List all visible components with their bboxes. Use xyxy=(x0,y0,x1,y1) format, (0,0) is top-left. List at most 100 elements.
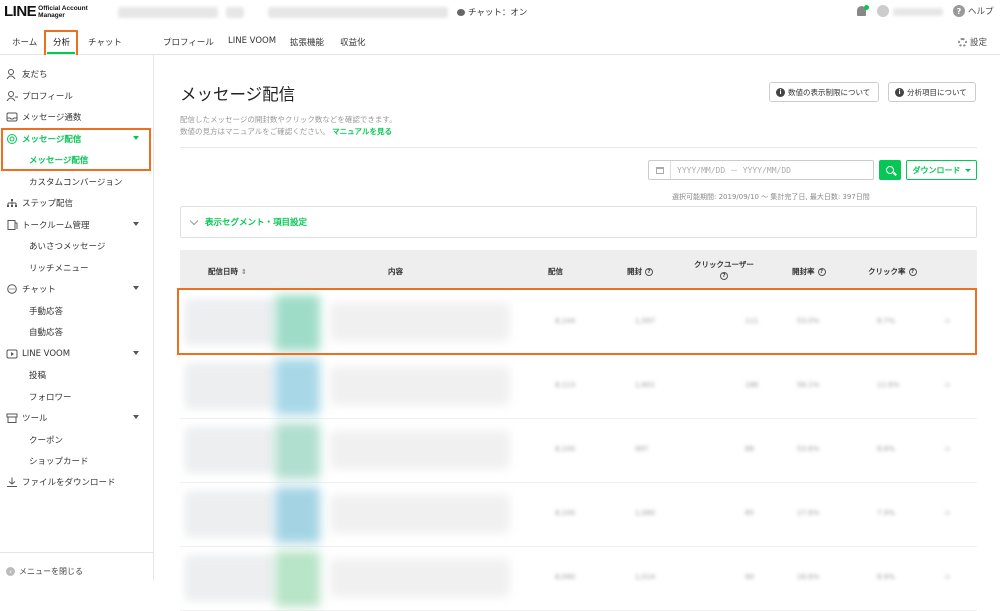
account-info-blurred xyxy=(268,7,448,18)
profile-icon xyxy=(6,91,18,102)
chevron-down-icon[interactable] xyxy=(133,286,139,290)
selectable-range-note: 選択可能期間: 2019/09/10 〜 集計完了日, 最大日数: 397日間 xyxy=(672,193,870,201)
table-row[interactable]: 8,100 997 88 53.6% 8.8% → xyxy=(180,419,977,483)
message-thumbnail-blurred[interactable] xyxy=(275,423,320,479)
tab-line-voom[interactable]: LINE VOOM xyxy=(228,36,276,46)
tab-monetization[interactable]: 収益化 xyxy=(340,36,366,48)
sort-icon[interactable]: ⇕ xyxy=(241,268,247,276)
search-icon xyxy=(886,166,894,174)
col-label: 開封 xyxy=(627,267,642,276)
sidebar-item-label: フォロワー xyxy=(29,393,72,403)
cell-click-rate: 7.9% xyxy=(877,509,895,517)
message-thumbnail-blurred[interactable] xyxy=(275,487,320,543)
avatar[interactable] xyxy=(877,5,889,17)
main-nav: ホーム 分析 チャット プロフィール LINE VOOM 拡張機能 収益化 xyxy=(0,26,1000,55)
sidebar-item-label: クーポン xyxy=(29,436,64,446)
sidebar-item-message-count[interactable]: メッセージ通数 xyxy=(0,107,154,127)
message-text-blurred xyxy=(330,495,510,533)
segment-settings-toggle[interactable]: 表示セグメント・項目設定 xyxy=(180,206,977,238)
calendar-icon[interactable] xyxy=(649,161,671,179)
download-button[interactable]: ダウンロード xyxy=(906,160,977,180)
chevron-down-icon[interactable] xyxy=(133,351,139,355)
chat-bubble-icon xyxy=(457,8,465,16)
sidebar-item-label: 手動応答 xyxy=(29,307,64,317)
sidebar-subitem-manual-reply[interactable]: 手動応答 xyxy=(0,301,154,321)
sidebar-subitem-coupon[interactable]: クーポン xyxy=(0,430,154,450)
row-arrow-icon[interactable]: → xyxy=(944,381,950,389)
sidebar-subitem-followers[interactable]: フォロワー xyxy=(0,387,154,407)
delivery-date-blurred xyxy=(185,491,275,537)
settings-button[interactable]: 設定 xyxy=(958,36,987,48)
info-icon: i xyxy=(776,87,785,97)
col-click-rate: クリック率? xyxy=(868,266,917,277)
cell-opens: 997 xyxy=(635,445,649,453)
tab-extensions[interactable]: 拡張機能 xyxy=(290,36,324,48)
col-open-rate: 開封率? xyxy=(792,266,826,277)
table-row[interactable]: 8,090 1,014 90 16.6% 8.9% → xyxy=(180,547,977,611)
sidebar-item-label: 友だち xyxy=(22,70,48,80)
sidebar-item-tools[interactable]: ツール xyxy=(0,408,154,428)
help-icon[interactable]: ? xyxy=(719,272,728,280)
analysis-items-label: 分析項目について xyxy=(907,87,967,97)
line-logo[interactable]: LINE Official Account Manager xyxy=(4,3,88,20)
tab-profile[interactable]: プロフィール xyxy=(163,36,214,48)
help-icon: ? xyxy=(953,5,965,17)
manual-link[interactable]: マニュアルを見る xyxy=(332,127,392,136)
sidebar-item-profile[interactable]: プロフィール xyxy=(0,86,154,106)
user-name-blurred[interactable] xyxy=(893,8,943,16)
help-icon[interactable]: ? xyxy=(908,267,917,276)
cell-open-rate: 53.6% xyxy=(797,445,820,453)
col-delivery-date[interactable]: 配信日時 ⇕ xyxy=(208,266,247,277)
search-button[interactable] xyxy=(879,160,901,180)
sidebar-subitem-posts[interactable]: 投稿 xyxy=(0,365,154,385)
message-thumbnail-blurred[interactable] xyxy=(275,551,320,607)
col-label: クリック率 xyxy=(868,267,906,276)
chevron-down-icon[interactable] xyxy=(133,222,139,226)
chevron-down-icon xyxy=(964,168,971,172)
delivery-date-blurred xyxy=(185,363,275,409)
help-icon[interactable]: ? xyxy=(817,267,826,276)
sidebar-item-friends[interactable]: 友だち xyxy=(0,64,154,84)
cell-click-users: 186 xyxy=(745,381,759,389)
chat-status[interactable]: チャット：オン xyxy=(457,6,527,18)
sidebar-item-step-delivery[interactable]: ステップ配信 xyxy=(0,193,154,213)
col-label: 配信日時 xyxy=(208,267,238,276)
message-thumbnail-blurred[interactable] xyxy=(275,359,320,415)
cell-open-rate: 58.1% xyxy=(797,381,820,389)
table-header: 配信日時 ⇕ 内容 配信 開封? クリックユーザー? 開封率? クリック率? xyxy=(180,250,977,290)
cell-opens: 1,601 xyxy=(635,381,656,389)
table-row[interactable]: 8,113 1,601 186 58.1% 11.6% → xyxy=(180,355,977,419)
tab-home[interactable]: ホーム xyxy=(12,36,37,48)
sidebar-item-label: ファイルをダウンロード xyxy=(22,478,116,488)
chevron-down-icon[interactable] xyxy=(133,415,139,419)
sidebar-item-download-file[interactable]: ファイルをダウンロード xyxy=(0,472,154,492)
table-row[interactable]: 8,100 1,080 85 17.6% 7.9% → xyxy=(180,483,977,547)
help-icon[interactable]: ? xyxy=(645,267,653,276)
display-limits-button[interactable]: i 数値の表示制限について xyxy=(769,82,880,102)
help-link[interactable]: ? ヘルプ xyxy=(953,5,994,17)
sidebar-subitem-shop-card[interactable]: ショップカード xyxy=(0,451,154,471)
col-label: 配信 xyxy=(548,267,563,276)
chevron-down-icon xyxy=(189,216,199,225)
sidebar-item-label: LINE VOOM xyxy=(22,349,71,359)
tab-chat[interactable]: チャット xyxy=(88,36,122,48)
analysis-items-button[interactable]: i 分析項目について xyxy=(888,82,976,102)
sidebar-subitem-greeting[interactable]: あいさつメッセージ xyxy=(0,236,154,256)
sidebar-item-chat[interactable]: チャット xyxy=(0,279,154,299)
sidebar-subitem-auto-reply[interactable]: 自動応答 xyxy=(0,322,154,342)
sidebar-subitem-custom-conversion[interactable]: カスタムコンバージョン xyxy=(0,172,154,192)
chat-icon xyxy=(6,284,18,294)
sidebar-item-talkroom[interactable]: トークルーム管理 xyxy=(0,215,154,235)
sidebar-subitem-rich-menu[interactable]: リッチメニュー xyxy=(0,258,154,278)
account-name-blurred[interactable] xyxy=(118,7,218,18)
sidebar-item-label: カスタムコンバージョン xyxy=(29,178,123,188)
logo-sub-line2: Manager xyxy=(38,11,65,19)
row-arrow-icon[interactable]: → xyxy=(944,509,950,517)
date-range-placeholder: YYYY/MM/DD － YYYY/MM/DD xyxy=(677,165,791,175)
desc-line-1: 配信したメッセージの開封数やクリック数などを確認できます。 xyxy=(180,115,397,124)
notification-bell-icon[interactable] xyxy=(856,5,869,18)
sidebar-item-line-voom[interactable]: LINE VOOM xyxy=(0,344,154,364)
row-arrow-icon[interactable]: → xyxy=(944,445,950,453)
collapse-menu-button[interactable]: ‹ メニューを閉じる xyxy=(6,566,83,577)
date-range-input[interactable]: YYYY/MM/DD － YYYY/MM/DD xyxy=(648,160,874,180)
